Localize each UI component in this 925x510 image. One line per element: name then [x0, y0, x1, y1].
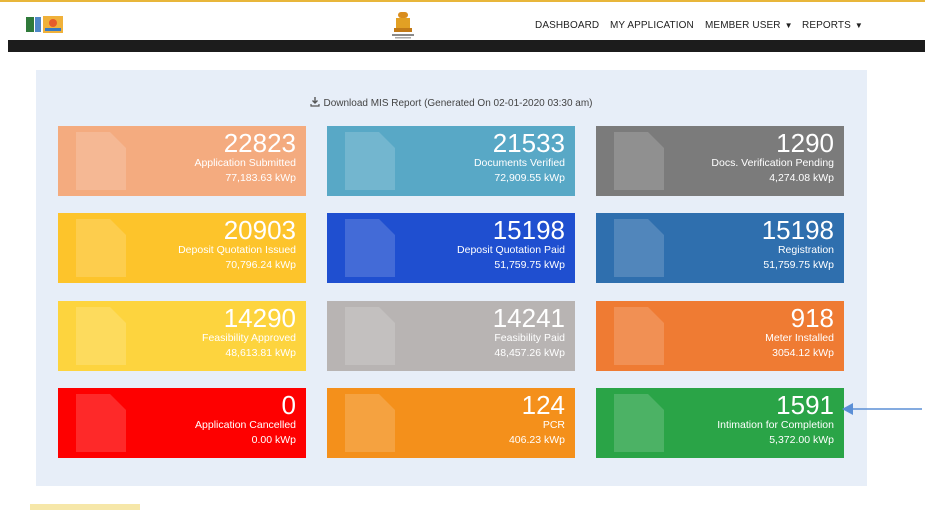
tile-count: 22823	[223, 128, 296, 158]
download-mis-report-link[interactable]: Download MIS Report (Generated On 02-01-…	[36, 97, 867, 109]
document-icon	[614, 394, 664, 452]
tile-capacity: 77,183.63 kWp	[225, 172, 296, 184]
document-icon	[614, 219, 664, 277]
tile-capacity: 51,759.75 kWp	[763, 259, 834, 271]
tile-label: Deposit Quotation Issued	[178, 244, 296, 256]
tile-label: Meter Installed	[765, 332, 834, 344]
document-icon	[345, 219, 395, 277]
tile-capacity: 4,274.08 kWp	[769, 172, 834, 184]
tile-documents-verified[interactable]: 21533 Documents Verified 72,909.55 kWp	[327, 126, 575, 196]
tile-label: PCR	[542, 419, 565, 431]
arrow-left-icon	[842, 403, 922, 415]
tile-application-submitted[interactable]: 22823 Application Submitted 77,183.63 kW…	[58, 126, 306, 196]
nav-reports[interactable]: REPORTS ▼	[802, 20, 863, 34]
tile-application-cancelled[interactable]: 0 Application Cancelled 0.00 kWp	[58, 388, 306, 458]
tile-count: 14241	[492, 303, 565, 333]
tile-count: 15198	[761, 215, 834, 245]
tile-deposit-quotation-paid[interactable]: 15198 Deposit Quotation Paid 51,759.75 k…	[327, 213, 575, 283]
tile-label: Documents Verified	[473, 157, 565, 169]
tile-count: 1290	[776, 128, 834, 158]
tile-capacity: 51,759.75 kWp	[494, 259, 565, 271]
tile-capacity: 3054.12 kWp	[772, 347, 834, 359]
tile-count: 124	[521, 390, 565, 420]
nav-dashboard[interactable]: DASHBOARD	[535, 20, 599, 34]
download-icon	[310, 97, 321, 107]
tile-label: Docs. Verification Pending	[711, 157, 834, 169]
footer-strip	[30, 504, 140, 510]
tile-label: Feasibility Approved	[202, 332, 296, 344]
nav-my-application[interactable]: MY APPLICATION	[610, 20, 694, 34]
header-strip	[8, 40, 925, 52]
tile-capacity: 0.00 kWp	[251, 434, 296, 446]
tile-meter-installed[interactable]: 918 Meter Installed 3054.12 kWp	[596, 301, 844, 371]
tile-capacity: 48,613.81 kWp	[225, 347, 296, 359]
tile-label: Application Submitted	[194, 157, 296, 169]
tile-capacity: 406.23 kWp	[508, 434, 565, 446]
tile-count: 20903	[223, 215, 296, 245]
document-icon	[76, 307, 126, 365]
top-navbar: DASHBOARD MY APPLICATION MEMBER USER ▼ RE…	[0, 0, 925, 44]
tile-capacity: 5,372.00 kWp	[769, 434, 834, 446]
document-icon	[76, 219, 126, 277]
tile-count: 15198	[492, 215, 565, 245]
app-logo[interactable]	[26, 15, 64, 35]
tile-count: 14290	[223, 303, 296, 333]
tile-intimation-for-completion[interactable]: 1591 Intimation for Completion 5,372.00 …	[596, 388, 844, 458]
tile-docs-verification-pending[interactable]: 1290 Docs. Verification Pending 4,274.08…	[596, 126, 844, 196]
tile-feasibility-paid[interactable]: 14241 Feasibility Paid 48,457.26 kWp	[327, 301, 575, 371]
document-icon	[345, 307, 395, 365]
document-icon	[76, 132, 126, 190]
tile-feasibility-approved[interactable]: 14290 Feasibility Approved 48,613.81 kWp	[58, 301, 306, 371]
government-emblem-icon	[392, 12, 414, 39]
tile-registration[interactable]: 15198 Registration 51,759.75 kWp	[596, 213, 844, 283]
document-icon	[614, 307, 664, 365]
document-icon	[614, 132, 664, 190]
tile-label: Intimation for Completion	[717, 419, 834, 431]
tile-label: Application Cancelled	[195, 419, 296, 431]
tile-count: 21533	[492, 128, 565, 158]
tile-deposit-quotation-issued[interactable]: 20903 Deposit Quotation Issued 70,796.24…	[58, 213, 306, 283]
tile-capacity: 72,909.55 kWp	[494, 172, 565, 184]
tile-label: Feasibility Paid	[494, 332, 565, 344]
chevron-down-icon: ▼	[784, 21, 793, 30]
document-icon	[345, 394, 395, 452]
chevron-down-icon: ▼	[854, 21, 863, 30]
dashboard-panel: Download MIS Report (Generated On 02-01-…	[36, 70, 867, 486]
tile-capacity: 70,796.24 kWp	[225, 259, 296, 271]
tile-capacity: 48,457.26 kWp	[494, 347, 565, 359]
tile-label: Registration	[777, 244, 834, 256]
tile-pcr[interactable]: 124 PCR 406.23 kWp	[327, 388, 575, 458]
tile-label: Deposit Quotation Paid	[457, 244, 565, 256]
nav-member-user[interactable]: MEMBER USER ▼	[705, 20, 793, 34]
tile-count: 918	[790, 303, 834, 333]
document-icon	[345, 132, 395, 190]
tile-count: 0	[281, 390, 296, 420]
tile-count: 1591	[776, 390, 834, 420]
document-icon	[76, 394, 126, 452]
